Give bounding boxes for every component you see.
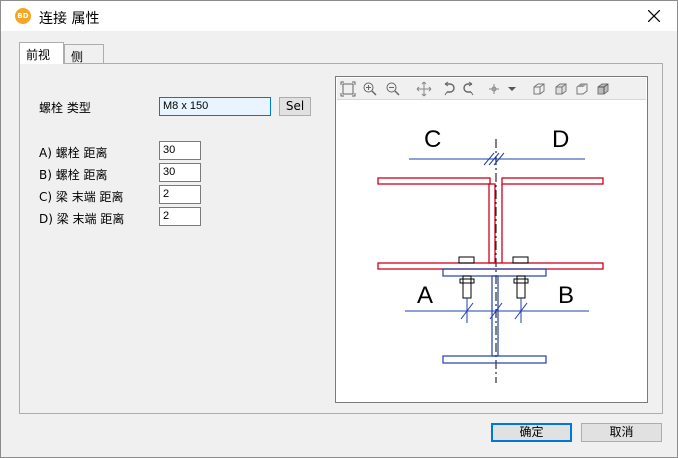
field-d-label: D) 梁 末端 距离 xyxy=(39,212,125,226)
close-button[interactable] xyxy=(631,1,677,31)
close-icon xyxy=(648,10,660,22)
beam-left-top-flange xyxy=(377,177,491,185)
label-b: B xyxy=(558,282,574,309)
bolt-type-field[interactable]: M8 x 150 xyxy=(159,97,271,116)
column-web xyxy=(491,275,499,357)
label-c: C xyxy=(424,126,441,153)
bolt-nut-right xyxy=(513,278,529,284)
window-title: 连接 属性 xyxy=(39,11,100,27)
select-bolt-button[interactable]: Sel xyxy=(279,97,311,116)
dialog-window: BD 连接 属性 前视 侧 螺栓 类型 M8 x 150 Sel A) 螺栓 距… xyxy=(0,0,678,458)
cancel-button[interactable]: 取消 xyxy=(581,423,662,442)
beam-bottom-flange xyxy=(377,262,604,270)
bolt-nut-left xyxy=(459,278,475,284)
field-b-input[interactable]: 30 xyxy=(159,163,201,182)
bottom-plate xyxy=(442,355,547,364)
connection-drawing: C D A B xyxy=(377,126,604,383)
top-connection-plate xyxy=(442,268,547,277)
beam-web xyxy=(488,183,496,264)
field-a-input[interactable]: 30 xyxy=(159,141,201,160)
tab-side-view[interactable]: 侧 xyxy=(64,44,104,64)
bolt-head-left xyxy=(458,256,475,264)
tab-front-view[interactable]: 前视 xyxy=(19,42,64,64)
bolt-type-label: 螺栓 类型 xyxy=(39,101,91,115)
field-b-label: B) 螺栓 距离 xyxy=(39,168,108,182)
title-bar: BD 连接 属性 xyxy=(1,1,677,31)
label-d: D xyxy=(552,126,569,153)
field-c-input[interactable]: 2 xyxy=(159,185,201,204)
field-d-input[interactable]: 2 xyxy=(159,207,201,226)
field-c-label: C) 梁 末端 距离 xyxy=(39,190,124,204)
preview-panel[interactable]: C D A B xyxy=(335,76,648,403)
field-a-label: A) 螺栓 距离 xyxy=(39,146,108,160)
bolt-head-right xyxy=(512,256,529,264)
label-a: A xyxy=(417,282,433,309)
beam-right-top-flange xyxy=(501,177,604,185)
ok-button[interactable]: 确定 xyxy=(491,423,572,442)
app-icon: BD xyxy=(15,8,31,24)
